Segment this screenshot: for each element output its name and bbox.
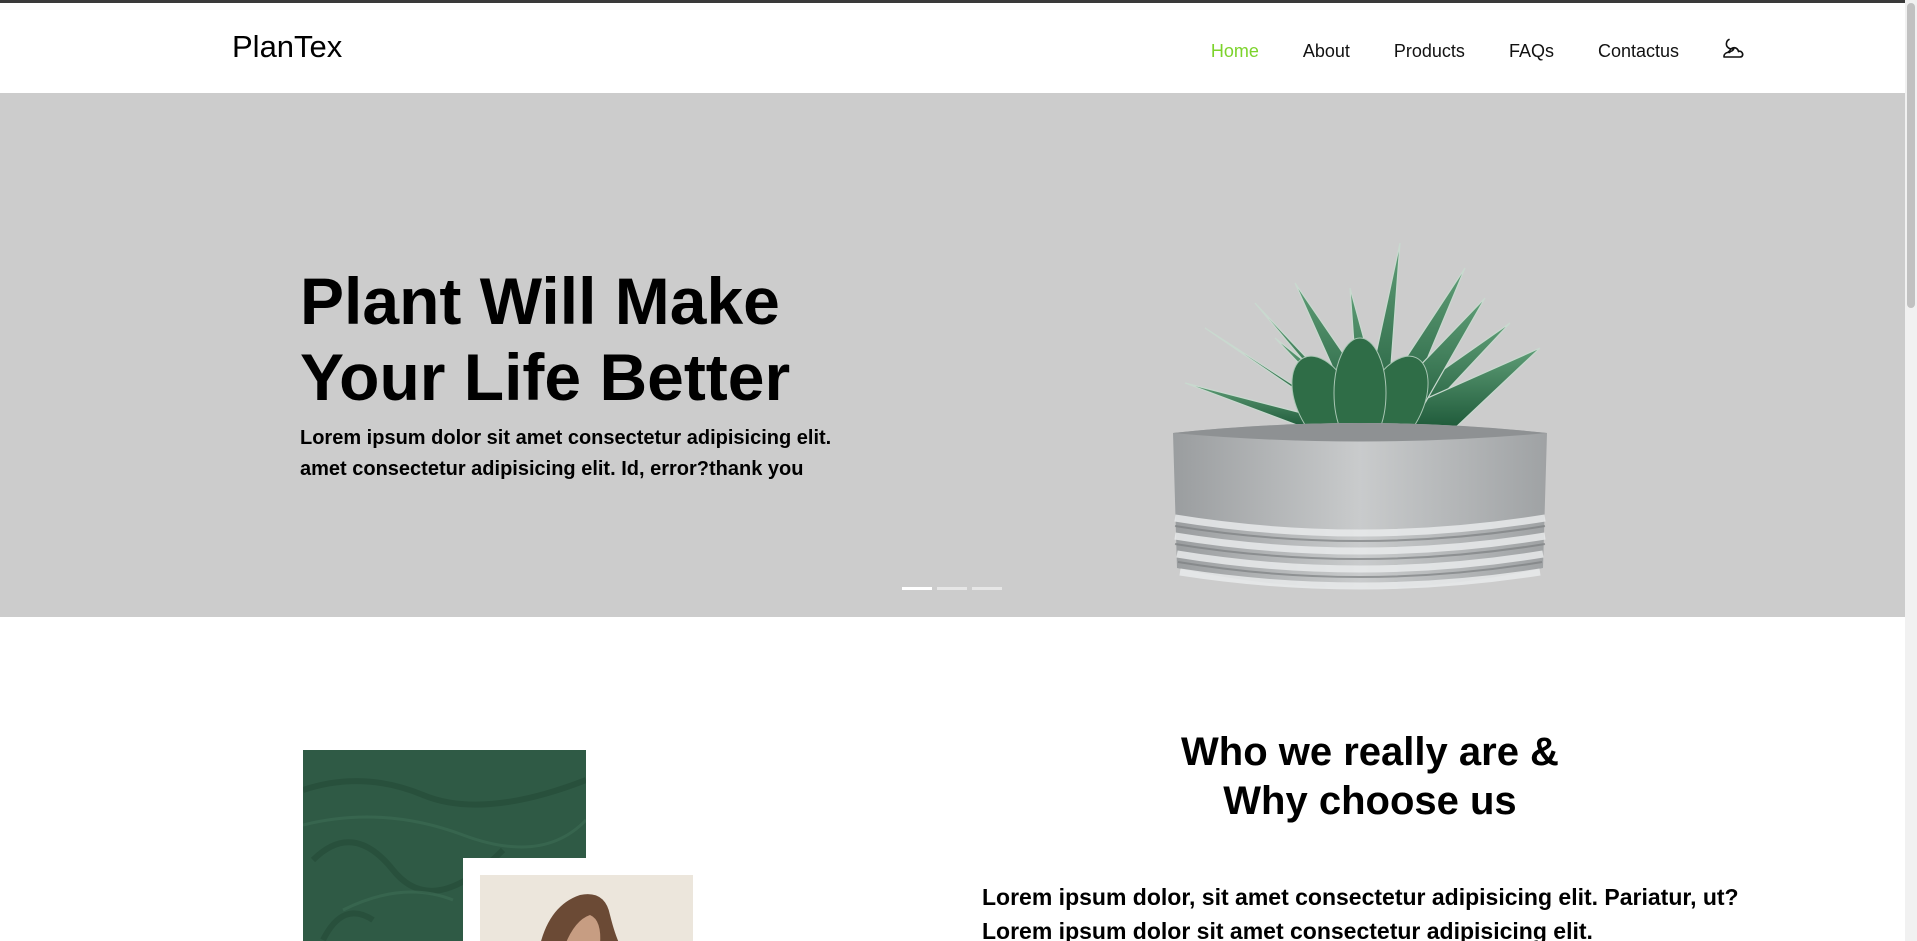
nav-about[interactable]: About <box>1303 41 1350 62</box>
about-title-line1: Who we really are & <box>1181 730 1559 774</box>
hero-title-line1: Plant Will Make <box>300 264 780 338</box>
about-image-person-with-plant <box>480 875 693 941</box>
slider-pagination <box>902 587 1007 590</box>
about-images <box>303 750 703 941</box>
about-title: Who we really are & Why choose us <box>1070 728 1670 826</box>
scrollbar-thumb[interactable] <box>1907 3 1915 308</box>
nav-products[interactable]: Products <box>1394 41 1465 62</box>
page-scrollbar[interactable] <box>1905 0 1917 941</box>
about-text-line2: Lorem ipsum dolor sit amet consectetur a… <box>982 918 1593 941</box>
hero-section: Plant Will Make Your Life Better Lorem i… <box>0 93 1905 617</box>
brand-logo[interactable]: PlanTex <box>232 29 342 65</box>
moon-cloud-icon <box>1723 38 1744 58</box>
slide-dot-3[interactable] <box>972 587 1002 590</box>
nav-home[interactable]: Home <box>1211 41 1259 62</box>
hero-text: Lorem ipsum dolor sit amet consectetur a… <box>300 423 900 485</box>
hero-title-line2: Your Life Better <box>300 340 791 414</box>
hero-text-line1: Lorem ipsum dolor sit amet consectetur a… <box>300 427 832 449</box>
hero-plant-image <box>1145 188 1575 608</box>
hero-text-line2: amet consectetur adipisicing elit. Id, e… <box>300 458 804 480</box>
about-text: Lorem ipsum dolor, sit amet consectetur … <box>982 880 1812 941</box>
slide-dot-1[interactable] <box>902 587 932 590</box>
navbar: PlanTex Home About Products FAQs Contact… <box>0 3 1905 93</box>
slide-dot-2[interactable] <box>937 587 967 590</box>
about-title-line2: Why choose us <box>1223 779 1517 823</box>
about-text-line1: Lorem ipsum dolor, sit amet consectetur … <box>982 884 1739 910</box>
hero-title: Plant Will Make Your Life Better <box>300 263 900 415</box>
theme-toggle-button[interactable] <box>1719 35 1747 63</box>
nav-faqs[interactable]: FAQs <box>1509 41 1554 62</box>
nav-menu: Home About Products FAQs Contactus <box>1167 38 1747 63</box>
nav-contactus[interactable]: Contactus <box>1598 41 1679 62</box>
